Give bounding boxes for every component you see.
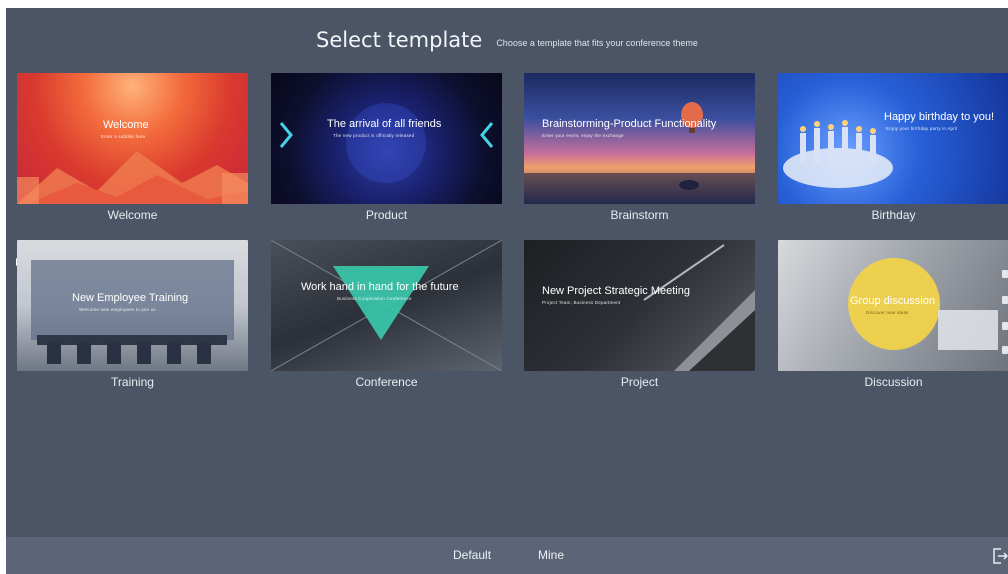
template-label: Project <box>620 375 659 389</box>
template-caption: Project Team, Business Department <box>542 300 621 305</box>
template-label: Brainstorm <box>610 208 669 222</box>
side-toolbar-icon[interactable] <box>1002 346 1008 354</box>
tab-mine[interactable]: Mine <box>538 548 564 562</box>
template-card-birthday[interactable]: Happy birthday to you! Enjoy your birthd… <box>778 73 1008 222</box>
template-thumbnail[interactable]: Group discussion Discover new ideas <box>778 240 1008 371</box>
template-label: Discussion <box>864 375 923 389</box>
side-toolbar-icon[interactable] <box>1002 296 1008 304</box>
template-thumbnail[interactable]: Welcome Enter a subtitle here <box>17 73 248 204</box>
template-title: Group discussion <box>850 295 935 307</box>
template-caption: Discover new ideas <box>866 310 909 315</box>
template-card-product[interactable]: The arrival of all friends The new produ… <box>271 73 502 222</box>
template-title: The arrival of all friends <box>327 118 442 130</box>
template-caption: Welcome new employees to join us <box>79 307 156 312</box>
template-thumbnail[interactable]: The arrival of all friends The new produ… <box>271 73 502 204</box>
balloon-graphic <box>524 102 755 204</box>
template-card-brainstorm[interactable]: Brainstorming-Product Functionality Ente… <box>524 73 755 222</box>
template-thumbnail[interactable]: Work hand in hand for the future Busines… <box>271 240 502 371</box>
chevron-decoration <box>279 103 494 183</box>
template-caption: Enter your event, enjoy the exchange <box>542 133 624 138</box>
template-title: Happy birthday to you! <box>884 111 995 123</box>
candles-graphic <box>783 120 893 188</box>
triangle-graphic <box>271 240 502 371</box>
exit-icon[interactable] <box>992 547 1008 565</box>
laptop-graphic <box>643 244 755 371</box>
template-title: New Employee Training <box>72 292 189 304</box>
template-card-welcome[interactable]: Welcome Enter a subtitle here Welcome <box>17 73 248 222</box>
template-caption: Enter a subtitle here <box>101 134 146 139</box>
bottom-tab-bar: Default Mine <box>6 537 1008 574</box>
template-thumbnail[interactable]: Brainstorming-Product Functionality Ente… <box>524 73 755 204</box>
template-title: New Project Strategic Meeting <box>542 285 690 297</box>
template-label: Welcome <box>107 208 158 222</box>
page-subtitle: Choose a template that fits your confere… <box>496 38 698 48</box>
template-caption: Business Cooperation Conference <box>337 296 412 301</box>
tab-default[interactable]: Default <box>453 548 491 562</box>
side-toolbar-icon[interactable] <box>1002 270 1008 278</box>
template-label: Training <box>111 375 154 389</box>
template-thumbnail[interactable]: Happy birthday to you! Enjoy your birthd… <box>778 73 1008 204</box>
template-label: Conference <box>355 375 418 389</box>
template-label: Product <box>365 208 408 222</box>
template-label: Birthday <box>871 208 916 222</box>
template-card-project[interactable]: New Project Strategic Meeting Project Te… <box>524 240 755 389</box>
template-card-conference[interactable]: Work hand in hand for the future Busines… <box>271 240 502 389</box>
template-title: Welcome <box>103 119 149 131</box>
template-caption: The new product is officially released <box>333 133 415 138</box>
template-screen: Select template Choose a template that f… <box>6 8 1008 574</box>
template-card-training[interactable]: New Employee Training Welcome new employ… <box>17 240 248 389</box>
side-toolbar-icon[interactable] <box>1002 322 1008 330</box>
meeting-room-graphic <box>31 260 234 364</box>
template-caption: Enjoy your birthday party in April <box>886 126 958 131</box>
template-thumbnail[interactable]: New Employee Training Welcome new employ… <box>17 240 248 371</box>
template-title: Brainstorming-Product Functionality <box>542 118 717 130</box>
template-title: Work hand in hand for the future <box>301 281 459 293</box>
template-card-discussion[interactable]: Group discussion Discover new ideas Disc… <box>778 240 1008 389</box>
header: Select template Choose a template that f… <box>6 8 1008 72</box>
template-thumbnail[interactable]: New Project Strategic Meeting Project Te… <box>524 240 755 371</box>
page-title: Select template <box>316 28 483 52</box>
